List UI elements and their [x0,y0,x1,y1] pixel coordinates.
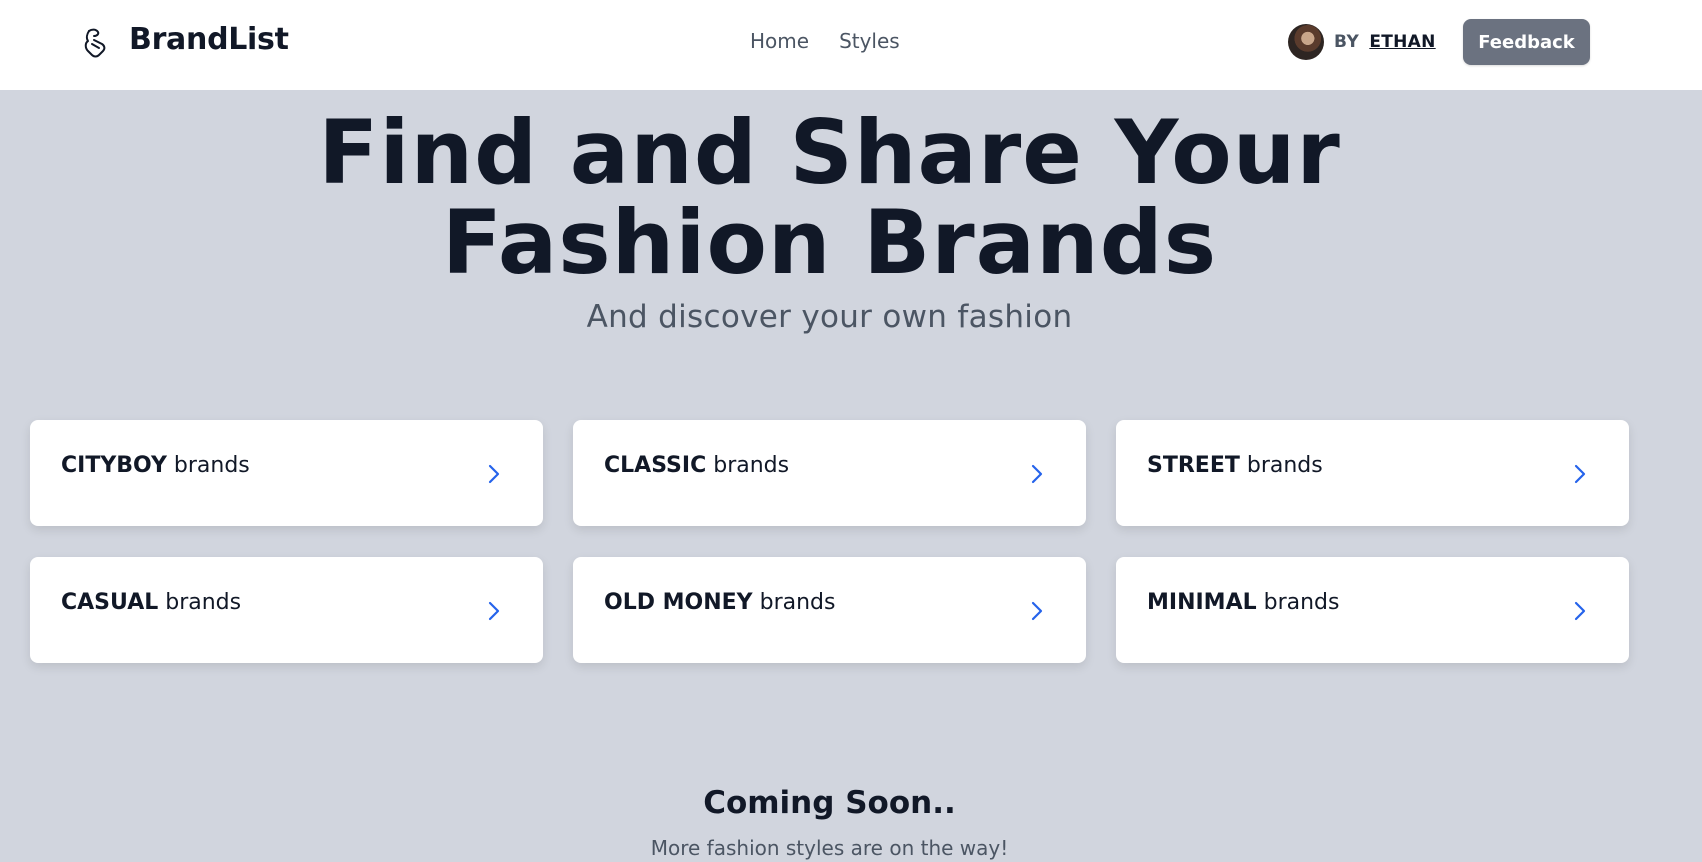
style-name: OLD MONEY [604,590,753,615]
author-avatar [1288,24,1324,60]
style-suffix: brands [173,453,250,478]
chevron-right-icon [488,464,500,484]
hero-subtitle: And discover your own fashion [586,299,1073,335]
style-card-label: CASUAL brands [61,590,241,615]
coming-soon-subtitle: More fashion styles are on the way! [650,836,1009,860]
coming-soon-title: Coming Soon.. [703,785,956,821]
style-name: MINIMAL [1147,590,1257,615]
chevron-right-icon [488,601,500,621]
author-credit: BY ETHAN [1288,24,1436,60]
style-suffix: brands [713,453,790,478]
style-card-old-money[interactable]: OLD MONEY brands [573,557,1086,663]
style-name: CITYBOY [61,453,167,478]
style-card-cityboy[interactable]: CITYBOY brands [30,420,543,526]
logo-icon[interactable] [80,26,108,58]
site-header: BrandList Home Styles BY ETHAN Feedback [0,0,1702,90]
nav-home-link[interactable]: Home [750,29,809,53]
style-card-label: CITYBOY brands [61,453,250,478]
style-suffix: brands [1263,590,1340,615]
author-link[interactable]: ETHAN [1369,32,1435,52]
style-name: CLASSIC [604,453,707,478]
chevron-right-icon [1574,464,1586,484]
style-card-grid: CITYBOY brands CLASSIC brands STREET bra… [30,420,1630,663]
style-card-label: STREET brands [1147,453,1323,478]
style-card-casual[interactable]: CASUAL brands [30,557,543,663]
style-card-street[interactable]: STREET brands [1116,420,1629,526]
style-card-label: OLD MONEY brands [604,590,835,615]
hero-title-line2: Fashion Brands [441,191,1218,294]
style-card-classic[interactable]: CLASSIC brands [573,420,1086,526]
style-suffix: brands [165,590,242,615]
style-name: CASUAL [61,590,159,615]
main-nav: Home Styles [750,29,900,53]
style-suffix: brands [759,590,836,615]
chevron-right-icon [1574,601,1586,621]
style-suffix: brands [1246,453,1323,478]
chevron-right-icon [1031,601,1043,621]
brand-logo-text[interactable]: BrandList [129,22,289,57]
style-card-minimal[interactable]: MINIMAL brands [1116,557,1629,663]
chevron-right-icon [1031,464,1043,484]
hero-title: Find and Share Your Fashion Brands [0,108,1659,288]
style-name: STREET [1147,453,1240,478]
style-card-label: MINIMAL brands [1147,590,1340,615]
author-prefix: BY [1334,32,1360,52]
nav-styles-link[interactable]: Styles [839,29,900,53]
style-card-label: CLASSIC brands [604,453,789,478]
hero-title-line1: Find and Share Your [318,101,1341,204]
feedback-button[interactable]: Feedback [1463,19,1590,65]
